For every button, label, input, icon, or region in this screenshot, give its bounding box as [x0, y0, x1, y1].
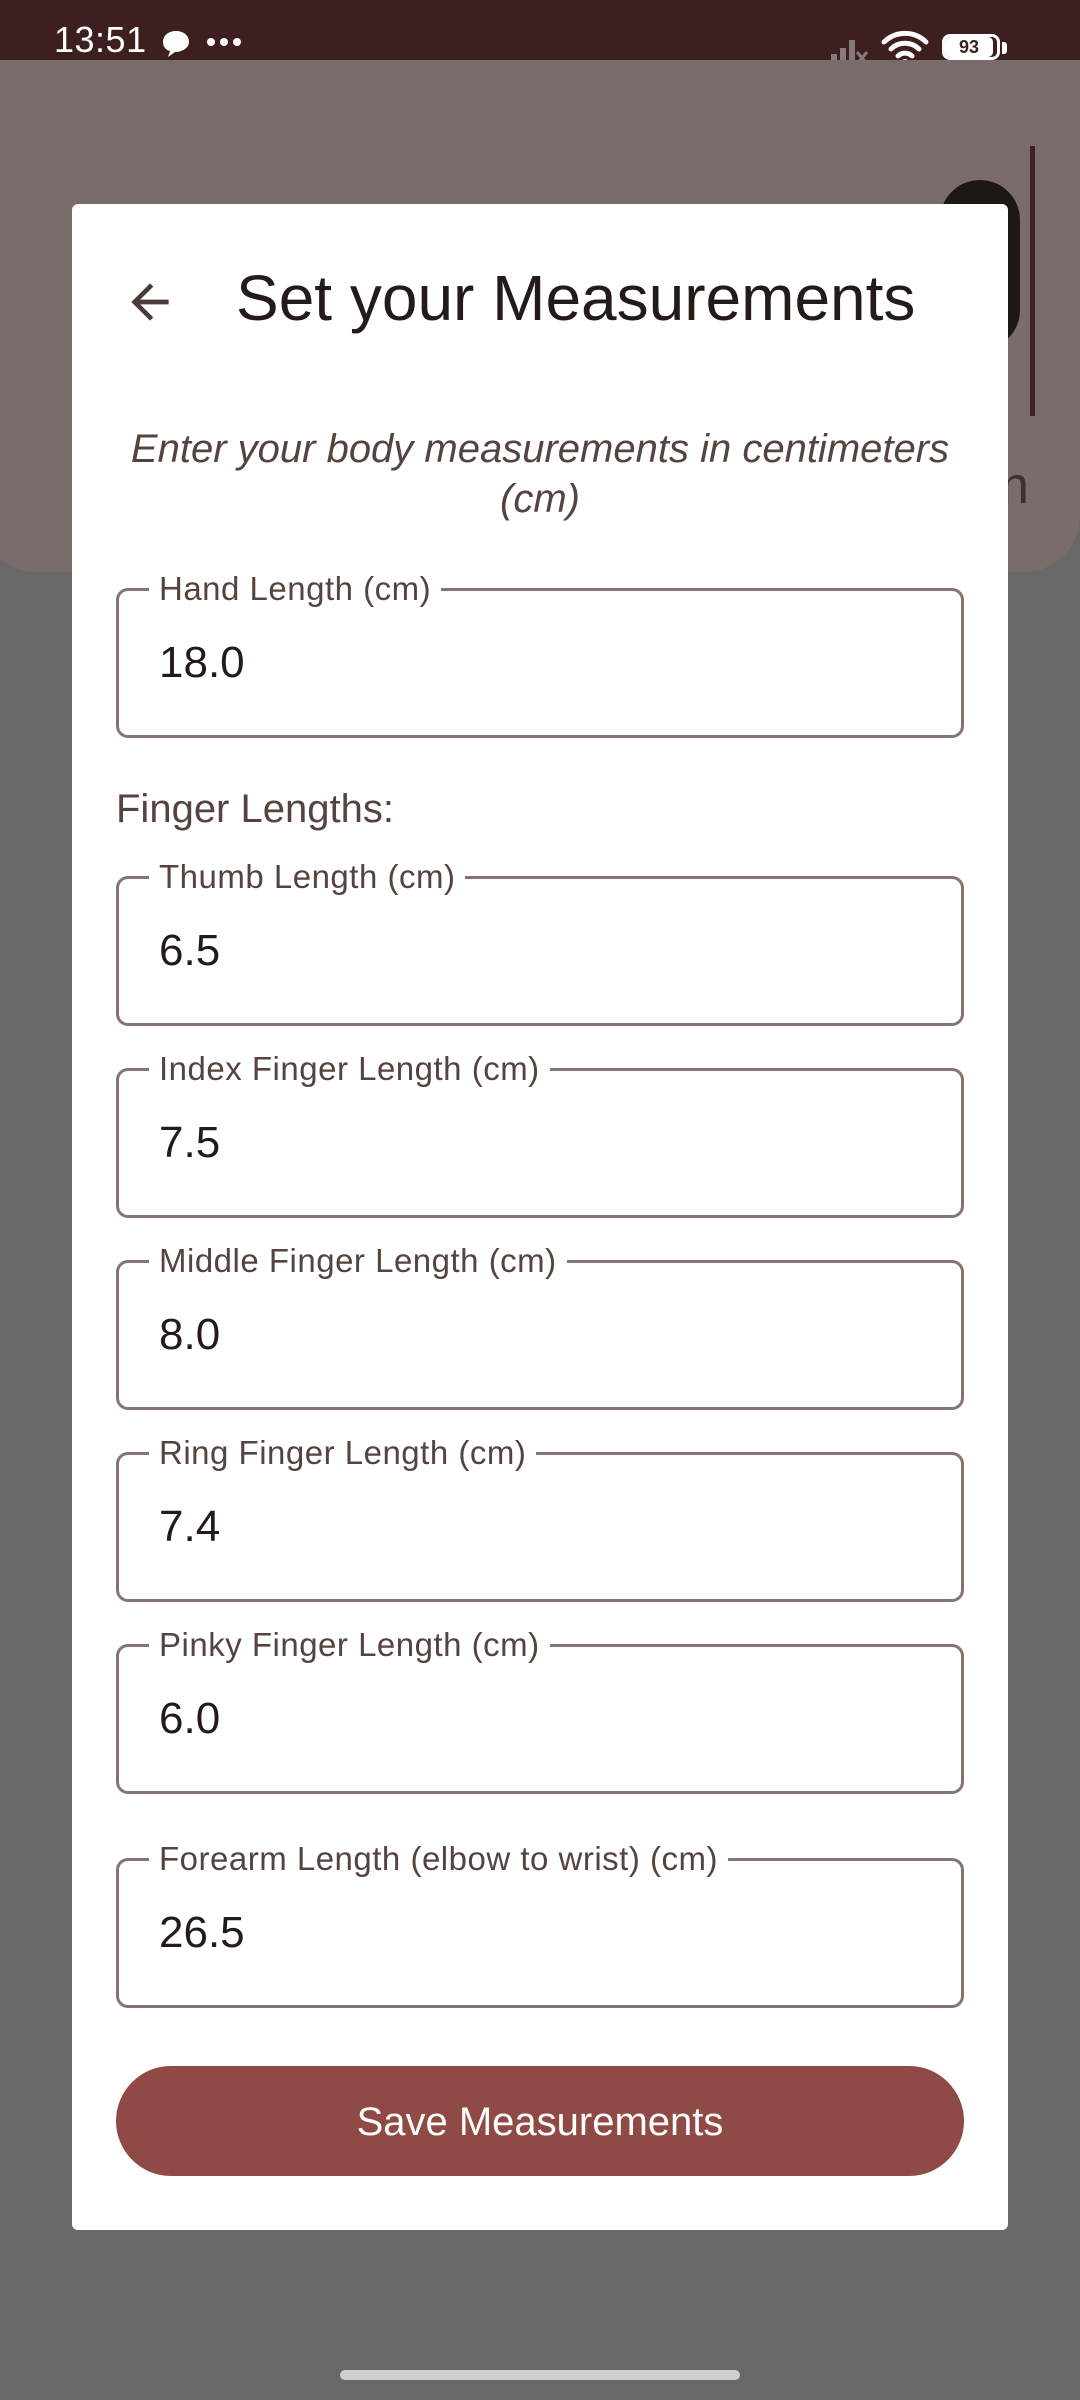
status-time: 13:51	[54, 19, 147, 60]
battery-level: 93	[958, 37, 980, 57]
pinky-finger-length-field[interactable]: Pinky Finger Length (cm)	[116, 1625, 964, 1794]
hand-length-field[interactable]: Hand Length (cm)	[116, 569, 964, 738]
forearm-length-input[interactable]	[159, 1903, 919, 1963]
index-finger-length-input[interactable]	[159, 1113, 919, 1173]
arrow-back-icon	[131, 283, 169, 321]
ring-finger-length-label: Ring Finger Length (cm)	[149, 1433, 537, 1473]
more-dots-icon	[207, 38, 241, 46]
middle-finger-length-field[interactable]: Middle Finger Length (cm)	[116, 1241, 964, 1410]
ring-finger-length-field[interactable]: Ring Finger Length (cm)	[116, 1433, 964, 1602]
index-finger-length-field[interactable]: Index Finger Length (cm)	[116, 1049, 964, 1218]
home-indicator[interactable]	[340, 2370, 740, 2380]
forearm-length-label: Forearm Length (elbow to wrist) (cm)	[149, 1839, 728, 1879]
dialog-subtitle: Enter your body measurements in centimet…	[130, 427, 950, 521]
chat-bubble-icon	[163, 31, 189, 57]
battery-tip	[1002, 42, 1007, 54]
forearm-length-field[interactable]: Forearm Length (elbow to wrist) (cm)	[116, 1839, 964, 2008]
index-finger-length-label: Index Finger Length (cm)	[149, 1049, 550, 1089]
middle-finger-length-label: Middle Finger Length (cm)	[149, 1241, 567, 1281]
finger-lengths-heading: Finger Lengths:	[116, 787, 394, 831]
middle-finger-length-input[interactable]	[159, 1305, 919, 1365]
ring-finger-length-input[interactable]	[159, 1497, 919, 1557]
thumb-length-label: Thumb Length (cm)	[149, 857, 466, 897]
pinky-finger-length-label: Pinky Finger Length (cm)	[149, 1625, 550, 1665]
hand-length-label: Hand Length (cm)	[149, 569, 442, 609]
thumb-length-input[interactable]	[159, 921, 919, 981]
measurements-dialog: Set your Measurements Enter your body me…	[72, 204, 1008, 2230]
pinky-finger-length-input[interactable]	[159, 1689, 919, 1749]
back-button[interactable]	[112, 264, 188, 340]
save-measurements-button[interactable]: Save Measurements	[116, 2066, 964, 2176]
thumb-length-field[interactable]: Thumb Length (cm)	[116, 857, 964, 1026]
hand-length-input[interactable]	[159, 633, 919, 693]
dialog-title: Set your Measurements	[236, 262, 916, 334]
